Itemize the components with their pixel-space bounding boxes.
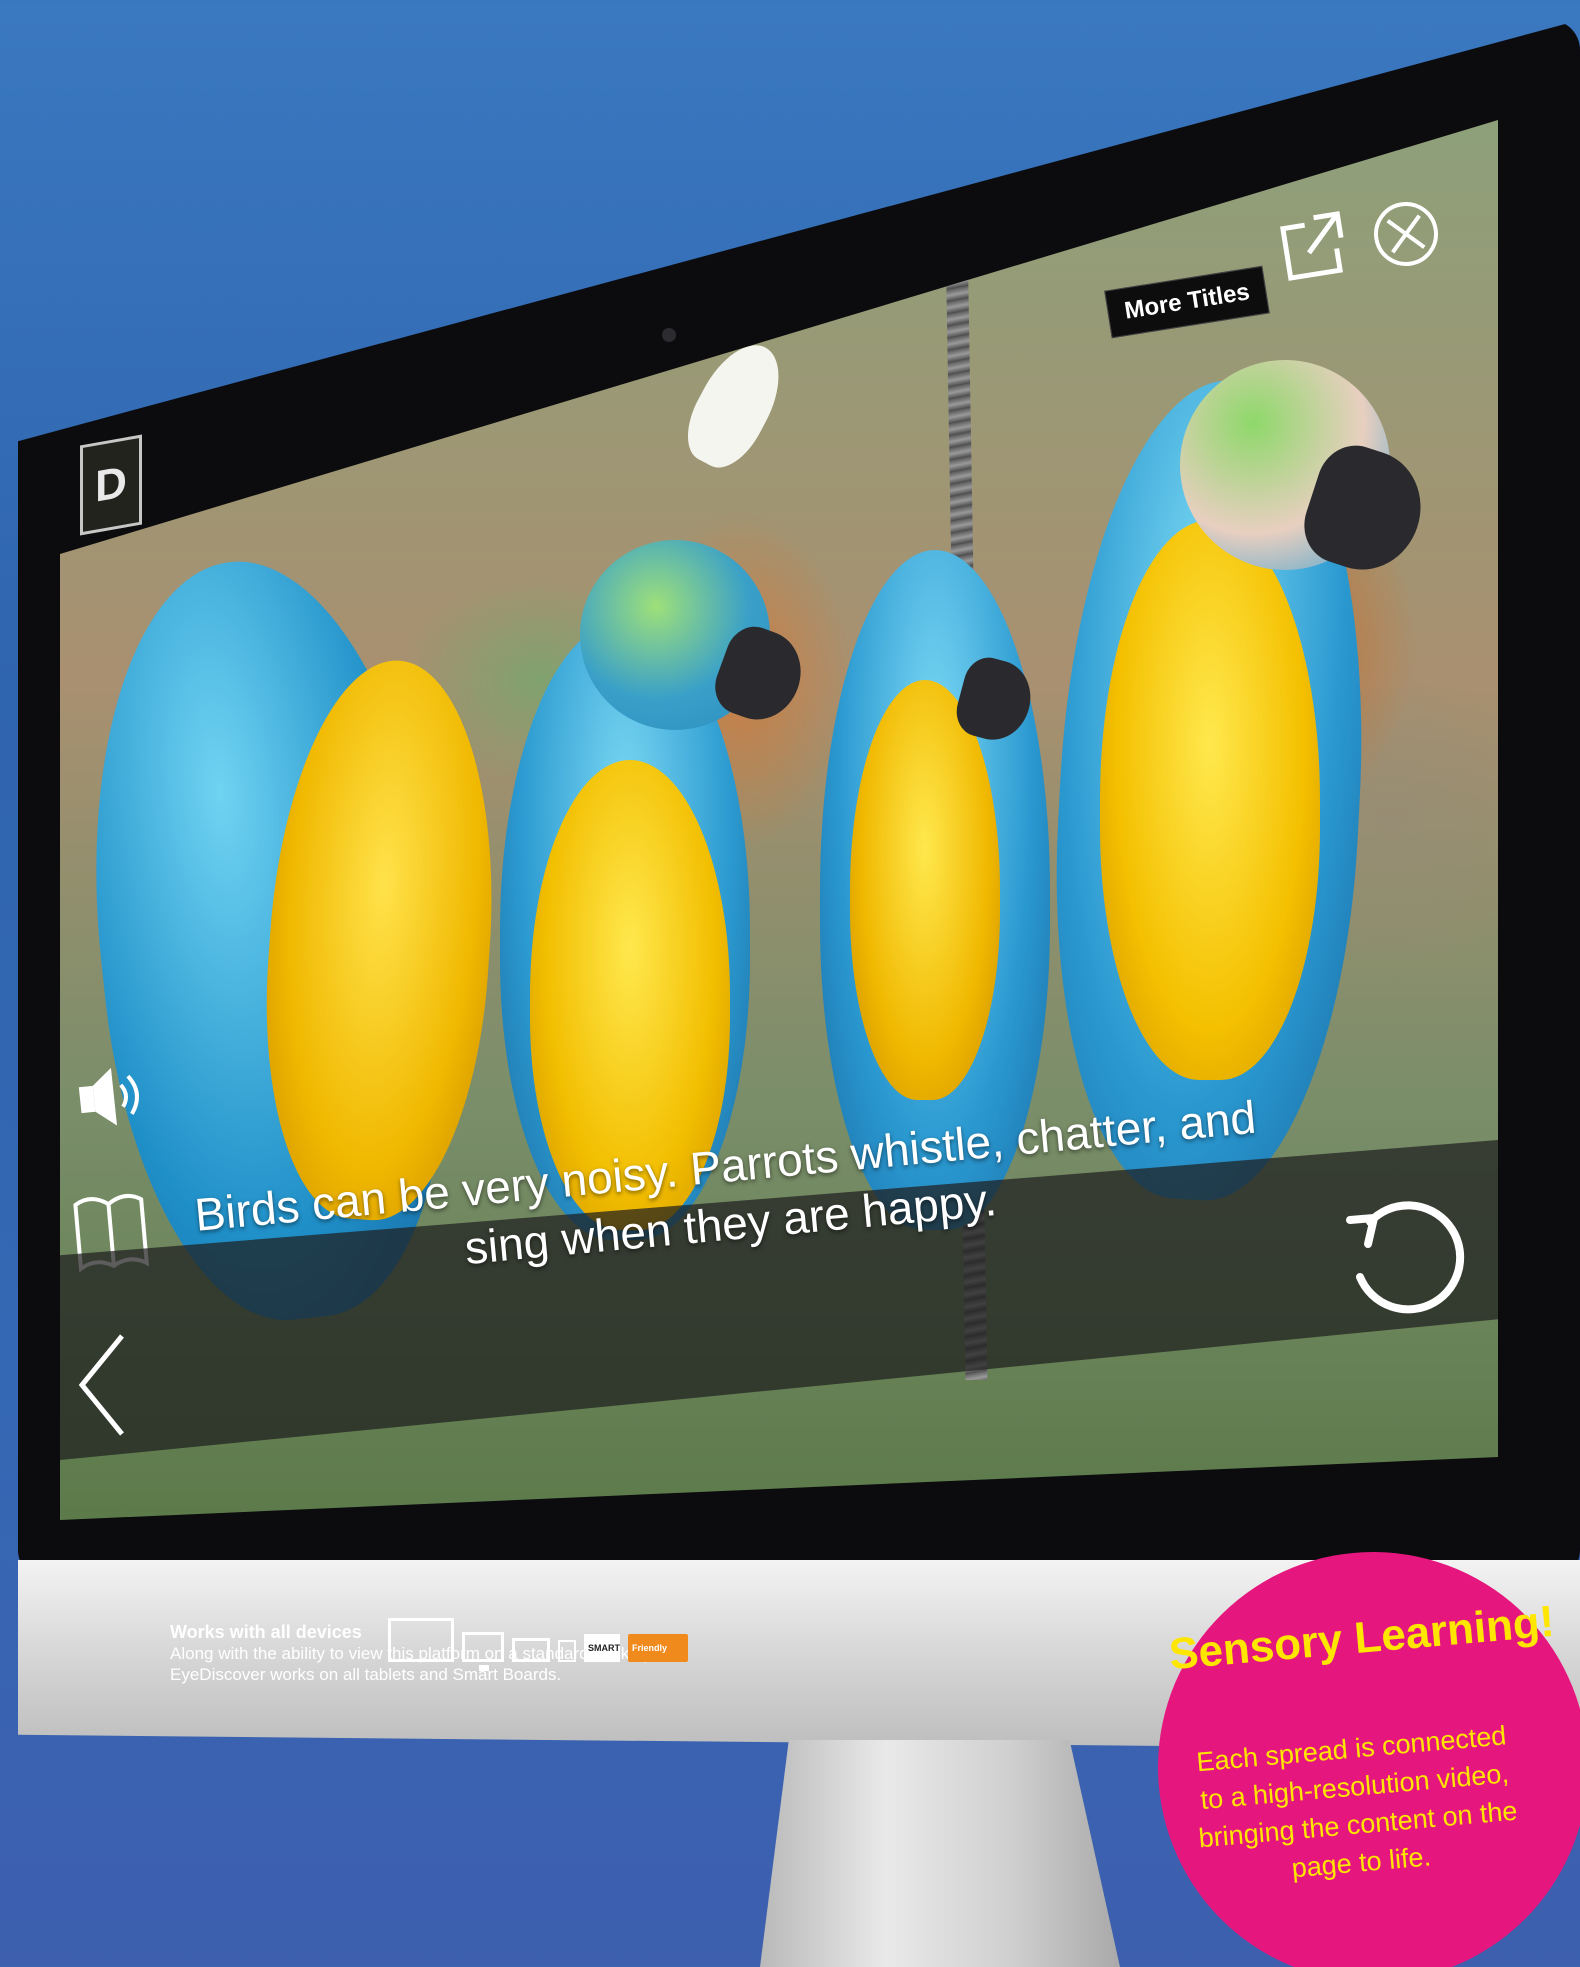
replay-icon[interactable] [1330, 1182, 1480, 1332]
parrot-3-chest [850, 680, 1000, 1100]
webcam [662, 328, 676, 342]
device-icons: SMART Friendly [388, 1618, 688, 1671]
friendly-badge: Friendly [628, 1634, 688, 1662]
smartboard-icon [388, 1618, 454, 1662]
speaker-icon[interactable] [73, 1059, 150, 1136]
tablet-icon [558, 1640, 576, 1662]
app-logo: D [80, 434, 142, 536]
export-icon[interactable] [1273, 205, 1355, 287]
smart-badge: SMART [584, 1634, 620, 1662]
app-logo-letter: D [95, 457, 127, 512]
chevron-left-icon[interactable] [72, 1330, 132, 1440]
sensory-body: Each spread is connected to a high-resol… [1195, 1720, 1519, 1884]
desktop-icon [462, 1632, 504, 1671]
laptop-icon [512, 1638, 550, 1662]
monitor-stand [760, 1740, 1120, 1967]
close-icon[interactable] [1365, 193, 1447, 275]
parrot-4-chest [1100, 520, 1320, 1080]
